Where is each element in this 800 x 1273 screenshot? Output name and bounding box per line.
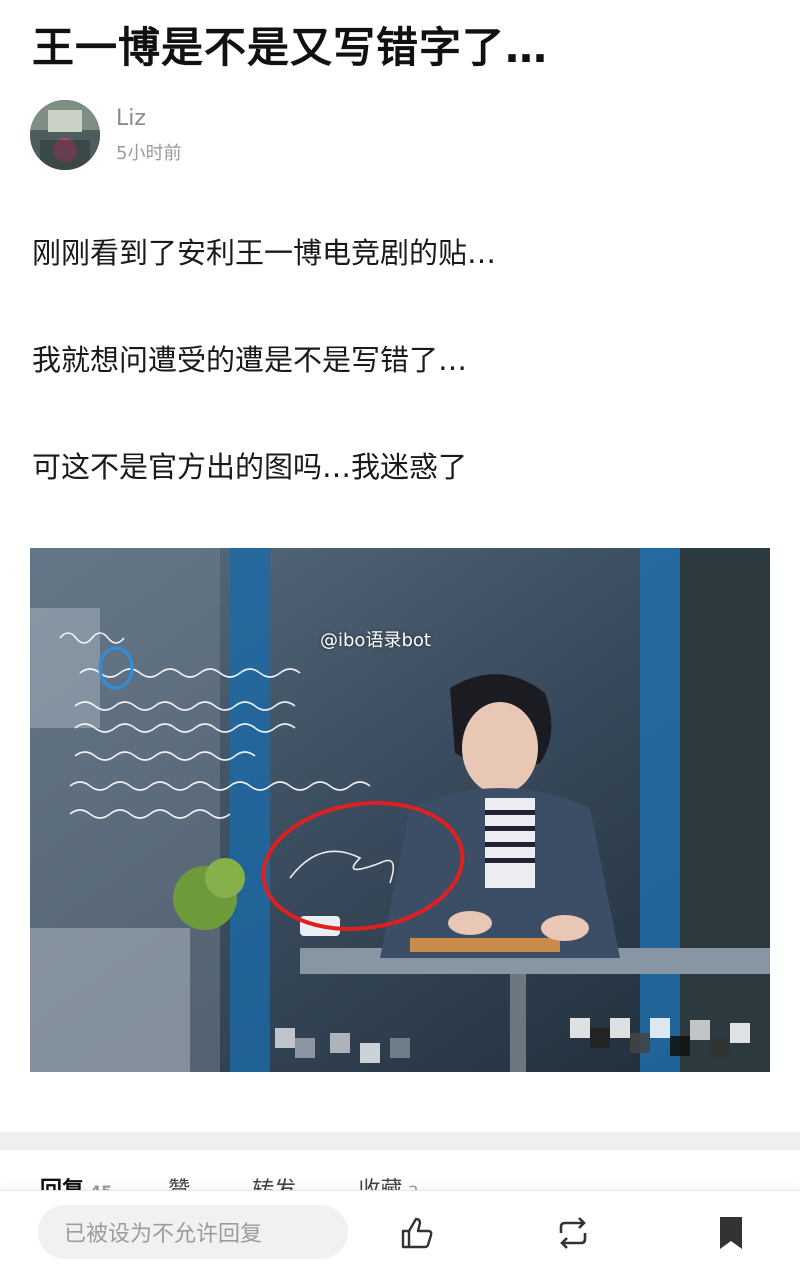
author-name[interactable]: Liz [116, 106, 181, 131]
section-divider [0, 1132, 800, 1150]
author-row[interactable]: Liz 5小时前 [30, 100, 181, 170]
thumbs-up-icon[interactable] [397, 1213, 437, 1253]
post-paragraph: 我就想问遭受的遭是不是写错了… [32, 343, 468, 377]
avatar-image [30, 100, 100, 170]
repost-icon[interactable] [553, 1213, 593, 1253]
bookmark-icon[interactable] [711, 1213, 751, 1253]
post-paragraph: 刚刚看到了安利王一博电竞剧的贴… [32, 236, 497, 270]
post-image[interactable]: @ibo语录bot [30, 548, 770, 1072]
image-watermark: @ibo语录bot [320, 630, 431, 651]
bottom-action-bar: 已被设为不允许回复 [0, 1190, 800, 1273]
post-title: 王一博是不是又写错字了… [32, 23, 549, 72]
avatar[interactable] [30, 100, 100, 170]
post-paragraph: 可这不是官方出的图吗…我迷惑了 [32, 450, 468, 484]
post-time: 5小时前 [116, 142, 182, 164]
reply-input[interactable]: 已被设为不允许回复 [38, 1205, 348, 1259]
